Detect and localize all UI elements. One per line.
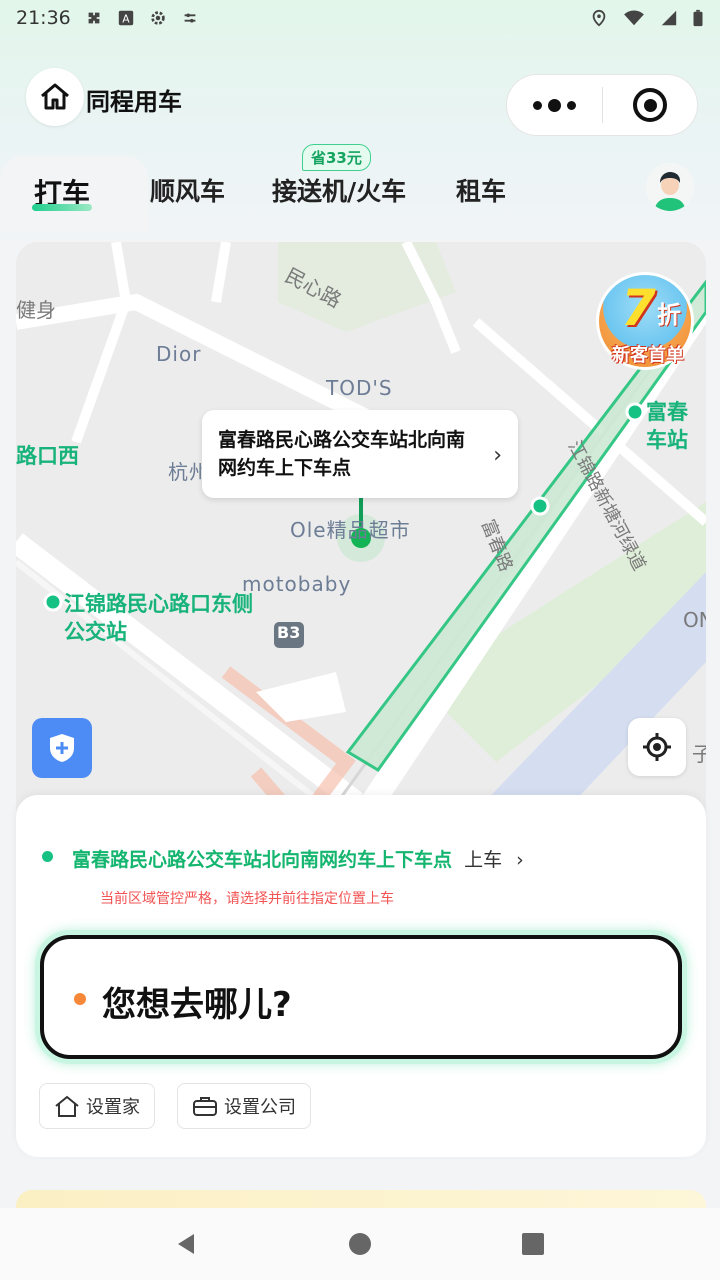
pickup-place: 富春路民心路公交车站北向南网约车上下车点 [72,849,453,871]
avatar-icon [646,163,694,211]
battery-icon [693,9,703,27]
home-outline-icon [55,1095,79,1117]
miniapp-capsule [506,74,698,136]
map-stop-label: 路口西 [16,444,79,468]
promo-unit: 折 [657,301,681,329]
briefcase-icon [193,1097,217,1116]
new-user-promo-button[interactable]: 7 折 新客首单 [596,272,694,370]
more-dots-icon [533,100,542,110]
pickup-bubble-text: 富春路民心路公交车站北向南网约车上下车点 [218,429,466,479]
target-circle-icon [633,88,667,122]
map-view[interactable]: 民心路 健身 Dior TOD'S 杭州 Ole精品超市 motobaby B3… [16,242,706,842]
shield-plus-icon [50,734,74,762]
user-avatar[interactable] [646,163,694,211]
status-time: 21:36 [16,7,71,29]
origin-dot-icon [42,851,53,862]
destination-dot-icon [74,993,86,1005]
tab-rental[interactable]: 租车 [456,172,506,208]
pickup-location-row[interactable]: 富春路民心路公交车站北向南网约车上下车点 上车 › [42,845,524,872]
destination-input[interactable]: 您想去哪儿? [40,935,682,1059]
promo-discount: 7 [621,279,656,337]
app-header: 同程用车 [0,64,720,136]
map-stop-label: 江锦路民心路口东侧公交站 [64,592,253,644]
sliders-icon [184,13,196,23]
set-home-button[interactable]: 设置家 [39,1083,155,1129]
tab-carpool[interactable]: 顺风车 [150,172,225,208]
location-icon [592,9,606,27]
home-circle-icon [348,1233,371,1255]
map-poi-label: ON [683,608,706,632]
safety-center-button[interactable] [32,718,92,778]
status-bar: 21:36 A [0,0,720,36]
map-poi-label: Dior [156,342,202,366]
pickup-suffix: 上车 [464,849,503,871]
app-title: 同程用车 [86,88,182,116]
system-nav-bar [0,1208,720,1280]
locate-me-button[interactable] [628,718,686,776]
chevron-right-icon: › [516,849,524,871]
recents-square-icon [522,1233,545,1255]
signal-icon [661,10,677,26]
set-company-label: 设置公司 [224,1097,296,1118]
map-poi-label: 健身 [16,298,56,322]
home-icon [41,83,69,110]
home-button[interactable] [26,68,84,126]
pickup-warning: 当前区域管控严格，请选择并前往指定位置上车 [100,891,394,907]
recents-button[interactable] [513,1224,553,1264]
service-tabs: 打车 顺风车 省33元 接送机/火车 租车 [0,144,720,232]
promo-subtitle: 新客首单 [612,345,684,366]
destination-placeholder: 您想去哪儿? [102,985,292,1025]
wifi-icon [624,10,644,26]
set-home-label: 设置家 [86,1097,140,1118]
trip-panel: 富春路民心路公交车站北向南网约车上下车点 上车 › 当前区域管控严格，请选择并前… [16,795,706,1157]
back-triangle-icon [177,1234,194,1254]
discount-badge: 省33元 [302,144,371,171]
map-b3-label: B3 [277,623,301,642]
settings-gear-icon [151,11,165,25]
map-stop-label: 富春车站北 [646,400,688,452]
set-company-button[interactable]: 设置公司 [177,1083,311,1129]
puzzle-icon [88,12,100,24]
close-miniapp-button[interactable] [603,75,697,135]
more-menu-button[interactable] [507,75,602,135]
tab-airport-train[interactable]: 接送机/火车 [272,172,406,208]
map-poi-label: Ole精品超市 [290,518,411,542]
svg-text:A: A [122,13,130,26]
active-tab-indicator [32,204,92,211]
chevron-right-icon: › [493,443,502,468]
pickup-bubble[interactable]: 富春路民心路公交车站北向南网约车上下车点 › [202,410,518,498]
home-nav-button[interactable] [340,1224,380,1264]
crosshair-icon [643,733,671,761]
map-poi-label: 子 [692,742,706,766]
back-button[interactable] [167,1224,207,1264]
a-badge-icon: A [118,10,133,26]
map-poi-label: TOD'S [326,376,393,400]
